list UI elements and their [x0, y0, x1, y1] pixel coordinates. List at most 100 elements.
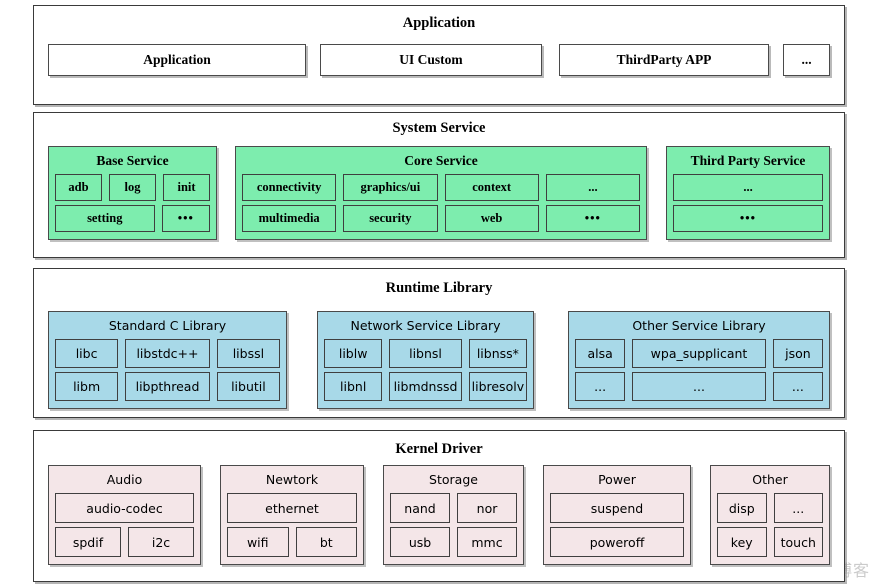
cell-alsa[interactable]: alsa	[575, 339, 626, 368]
cell-libpthread[interactable]: libpthread	[125, 372, 210, 401]
cell-libmdnssd[interactable]: libmdnssd	[389, 372, 462, 401]
cell-third-party-more-2[interactable]: •••	[673, 205, 823, 232]
cell-suspend[interactable]: suspend	[550, 493, 684, 523]
cell-wpa-supplicant[interactable]: wpa_supplicant	[632, 339, 766, 368]
application-box-ui-custom[interactable]: UI Custom	[320, 44, 542, 76]
layer-application-title: Application	[402, 15, 476, 31]
cell-mmc[interactable]: mmc	[457, 527, 517, 557]
cell-multimedia[interactable]: multimedia	[242, 205, 337, 232]
group-row: ...	[673, 174, 823, 201]
group-row: •••	[673, 205, 823, 232]
cell-disp[interactable]: disp	[717, 493, 767, 523]
group-row: ... ... ...	[575, 372, 823, 401]
group-storage-title: Storage	[429, 472, 478, 487]
layer-system-service-title: System Service	[392, 120, 486, 136]
cell-setting[interactable]: setting	[55, 205, 155, 232]
group-base-service-title: Base Service	[96, 153, 169, 168]
cell-adb[interactable]: adb	[55, 174, 102, 201]
cell-libutil[interactable]: libutil	[216, 372, 280, 401]
cell-libresolv[interactable]: libresolv	[468, 372, 528, 401]
cell-libssl[interactable]: libssl	[216, 339, 280, 368]
cell-nand[interactable]: nand	[390, 493, 450, 523]
group-other-service-library: Other Service Library alsa wpa_supplican…	[568, 311, 830, 409]
group-row: key touch	[717, 527, 823, 557]
runtime-library-groups: Standard C Library libc libstdc++ libssl…	[48, 311, 830, 409]
cell-libc[interactable]: libc	[55, 339, 119, 368]
cell-security[interactable]: security	[343, 205, 438, 232]
group-other: Other disp ... key touch	[710, 465, 830, 565]
group-row: multimedia security web •••	[242, 205, 640, 232]
cell-audio-codec[interactable]: audio-codec	[55, 493, 194, 523]
cell-libnl[interactable]: libnl	[324, 372, 383, 401]
cell-bt[interactable]: bt	[295, 527, 357, 557]
group-row: libnl libmdnssd libresolv	[324, 372, 528, 401]
group-network-service-library-title: Network Service Library	[350, 318, 501, 333]
cell-third-party-more-1[interactable]: ...	[673, 174, 823, 201]
cell-libm[interactable]: libm	[55, 372, 119, 401]
cell-other-lib-more-3[interactable]: ...	[772, 372, 823, 401]
layer-application: Application Application UI Custom ThirdP…	[33, 5, 845, 105]
group-row: liblw libnsl libnss*	[324, 339, 528, 368]
group-power: Power suspend poweroff	[543, 465, 691, 565]
cell-key[interactable]: key	[717, 527, 767, 557]
group-row: libm libpthread libutil	[55, 372, 280, 401]
group-row: suspend	[550, 493, 684, 523]
cell-json[interactable]: json	[772, 339, 823, 368]
cell-libnsl[interactable]: libnsl	[389, 339, 462, 368]
cell-spdif[interactable]: spdif	[55, 527, 121, 557]
cell-ethernet[interactable]: ethernet	[227, 493, 357, 523]
group-row: adb log init	[55, 174, 210, 201]
group-core-service: Core Service connectivity graphics/ui co…	[235, 146, 647, 240]
cell-liblw[interactable]: liblw	[324, 339, 383, 368]
group-standard-c-library: Standard C Library libc libstdc++ libssl…	[48, 311, 287, 409]
cell-core-service-more-2[interactable]: •••	[545, 205, 640, 232]
kernel-driver-groups: Audio audio-codec spdif i2c Newtork ethe…	[48, 465, 830, 565]
cell-other-more[interactable]: ...	[773, 493, 823, 523]
application-box-thirdparty-app[interactable]: ThirdParty APP	[559, 44, 769, 76]
group-audio-title: Audio	[106, 472, 143, 487]
group-row: alsa wpa_supplicant json	[575, 339, 823, 368]
group-power-title: Power	[598, 472, 636, 487]
cell-web[interactable]: web	[444, 205, 539, 232]
application-box-application[interactable]: Application	[48, 44, 306, 76]
cell-context[interactable]: context	[444, 174, 539, 201]
cell-graphics-ui[interactable]: graphics/ui	[343, 174, 438, 201]
group-row: audio-codec	[55, 493, 194, 523]
cell-base-service-more[interactable]: •••	[161, 205, 210, 232]
group-row: nand nor	[390, 493, 517, 523]
group-third-party-service: Third Party Service ... •••	[666, 146, 830, 240]
group-base-service: Base Service adb log init setting •••	[48, 146, 217, 240]
group-row: connectivity graphics/ui context ...	[242, 174, 640, 201]
cell-connectivity[interactable]: connectivity	[242, 174, 337, 201]
group-row: disp ...	[717, 493, 823, 523]
group-other-service-library-title: Other Service Library	[632, 318, 766, 333]
cell-other-lib-more-2[interactable]: ...	[632, 372, 766, 401]
group-third-party-service-title: Third Party Service	[690, 153, 806, 168]
group-row: libc libstdc++ libssl	[55, 339, 280, 368]
group-row: usb mmc	[390, 527, 517, 557]
architecture-diagram: 100 百事通 www.100ask.net @51CTO博客 Applicat…	[0, 0, 878, 587]
group-row: wifi bt	[227, 527, 357, 557]
cell-log[interactable]: log	[109, 174, 156, 201]
cell-init[interactable]: init	[163, 174, 210, 201]
cell-touch[interactable]: touch	[773, 527, 823, 557]
group-network-title: Newtork	[265, 472, 319, 487]
cell-i2c[interactable]: i2c	[128, 527, 194, 557]
cell-nor[interactable]: nor	[457, 493, 517, 523]
layer-runtime-library-title: Runtime Library	[385, 280, 493, 296]
cell-poweroff[interactable]: poweroff	[550, 527, 684, 557]
application-box-more[interactable]: ...	[783, 44, 830, 76]
layer-kernel-driver: Kernel Driver Audio audio-codec spdif i2…	[33, 430, 845, 582]
cell-wifi[interactable]: wifi	[227, 527, 289, 557]
layer-system-service: System Service Base Service adb log init…	[33, 112, 845, 258]
cell-core-service-more-1[interactable]: ...	[545, 174, 640, 201]
cell-libstdcpp[interactable]: libstdc++	[125, 339, 210, 368]
cell-libnss[interactable]: libnss*	[468, 339, 528, 368]
group-network: Newtork ethernet wifi bt	[220, 465, 364, 565]
cell-usb[interactable]: usb	[390, 527, 450, 557]
cell-other-lib-more-1[interactable]: ...	[575, 372, 626, 401]
application-box-row: Application UI Custom ThirdParty APP ...	[48, 44, 830, 76]
